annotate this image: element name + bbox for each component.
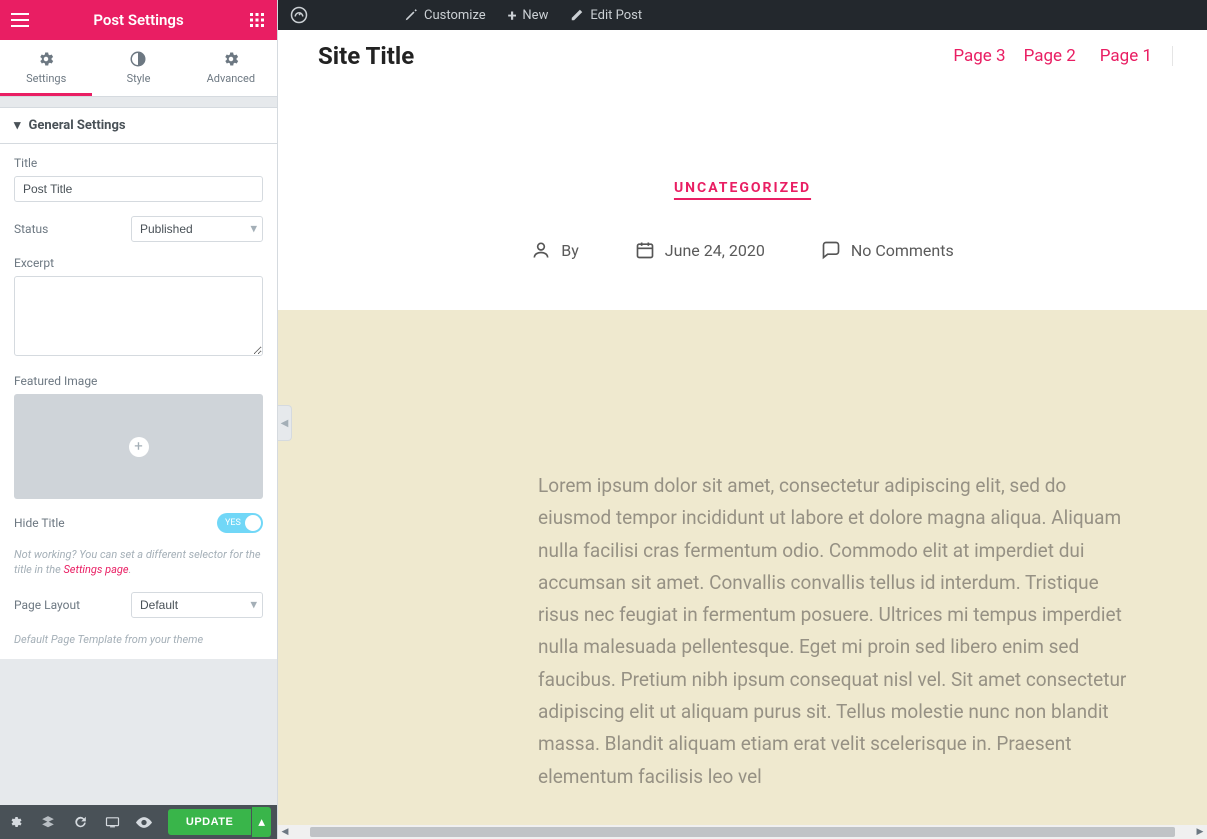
new-label: New [522, 8, 548, 23]
tab-advanced[interactable]: Advanced [185, 40, 277, 96]
settings-icon[interactable] [0, 805, 32, 839]
scroll-left-icon[interactable]: ◀ [278, 827, 292, 837]
author-meta: By [531, 240, 579, 260]
panel-title: Post Settings [93, 11, 183, 29]
settings-page-link[interactable]: Settings page [63, 563, 128, 576]
admin-dashboard-icon[interactable] [286, 6, 312, 24]
toggle-text: YES [225, 518, 241, 528]
date-label: June 24, 2020 [665, 241, 765, 260]
tab-settings[interactable]: Settings [0, 40, 92, 96]
nav-link[interactable]: Page 2 [1024, 46, 1076, 66]
panel-footer: UPDATE ▴ [0, 805, 277, 839]
navigator-icon[interactable] [32, 805, 64, 839]
scroll-thumb[interactable] [310, 827, 1175, 837]
caret-up-icon: ▴ [258, 814, 265, 830]
nav-link[interactable]: Page 3 [953, 46, 1005, 66]
responsive-icon[interactable] [96, 805, 128, 839]
by-label: By [561, 241, 579, 260]
toggle-knob [245, 515, 261, 531]
plus-icon: + [129, 437, 149, 457]
tab-style[interactable]: Style [92, 40, 184, 96]
new-link[interactable]: + New [504, 6, 553, 25]
site-nav: Page 3 Page 2 Page 1 [953, 46, 1173, 66]
settings-panel: Post Settings Settings Style Advanced ▾ … [0, 0, 278, 839]
featured-image-dropzone[interactable]: + [14, 394, 263, 499]
apps-icon[interactable] [245, 8, 269, 32]
update-more-button[interactable]: ▴ [252, 807, 271, 837]
comments-meta[interactable]: No Comments [821, 240, 954, 260]
panel-collapse-handle[interactable]: ◀ [278, 405, 292, 441]
admin-bar: Customize + New Edit Post [278, 0, 1207, 30]
plus-icon: + [508, 6, 517, 25]
section-body: Title Status Published ▾ Excerpt Feature… [0, 144, 277, 659]
comments-label: No Comments [851, 241, 954, 260]
excerpt-label: Excerpt [14, 256, 263, 270]
edit-post-link[interactable]: Edit Post [566, 8, 646, 23]
update-button[interactable]: UPDATE [168, 809, 251, 835]
panel-tabs: Settings Style Advanced [0, 40, 277, 97]
page-layout-help: Default Page Template from your theme [14, 632, 263, 647]
title-label: Title [14, 156, 263, 170]
status-label: Status [14, 222, 48, 236]
date-meta: June 24, 2020 [635, 240, 765, 260]
excerpt-textarea[interactable] [14, 276, 263, 356]
hide-title-label: Hide Title [14, 516, 65, 530]
hide-title-toggle[interactable]: YES [217, 513, 263, 533]
hide-title-help: Not working? You can set a different sel… [14, 547, 263, 578]
status-select[interactable]: Published [131, 216, 263, 242]
scroll-right-icon[interactable]: ▶ [1193, 827, 1207, 837]
post-meta: By June 24, 2020 No Comments [278, 240, 1207, 260]
page-layout-label: Page Layout [14, 598, 80, 612]
title-input[interactable] [14, 176, 263, 202]
category-link[interactable]: UNCATEGORIZED [674, 180, 811, 196]
preview-icon[interactable] [128, 805, 160, 839]
preview-area: Customize + New Edit Post Site Title Pag… [278, 0, 1207, 839]
post-body: Lorem ipsum dolor sit amet, consectetur … [538, 470, 1128, 793]
tab-label: Style [127, 72, 151, 85]
horizontal-scrollbar[interactable]: ◀ ▶ [278, 825, 1207, 839]
history-icon[interactable] [64, 805, 96, 839]
post-content: Lorem ipsum dolor sit amet, consectetur … [278, 310, 1207, 833]
canvas: Site Title Page 3 Page 2 Page 1 UNCATEGO… [278, 30, 1207, 839]
user-icon [531, 240, 551, 260]
featured-image-label: Featured Image [14, 374, 263, 388]
site-title[interactable]: Site Title [318, 42, 414, 70]
comment-icon [821, 240, 841, 260]
section-title: General Settings [29, 118, 126, 133]
post-header: UNCATEGORIZED By June 24, 2020 No Commen… [278, 70, 1207, 310]
menu-icon[interactable] [8, 8, 32, 32]
tab-label: Settings [26, 72, 66, 85]
tab-label: Advanced [207, 72, 255, 85]
edit-post-label: Edit Post [590, 8, 642, 23]
calendar-icon [635, 240, 655, 260]
customize-label: Customize [424, 8, 486, 23]
panel-header: Post Settings [0, 0, 277, 40]
section-head[interactable]: ▾ General Settings [0, 107, 277, 144]
caret-down-icon: ▾ [14, 118, 21, 133]
page-layout-select[interactable]: Default [131, 592, 263, 618]
site-header: Site Title Page 3 Page 2 Page 1 [278, 30, 1207, 70]
customize-link[interactable]: Customize [400, 8, 490, 23]
nav-link[interactable]: Page 1 [1100, 46, 1152, 66]
